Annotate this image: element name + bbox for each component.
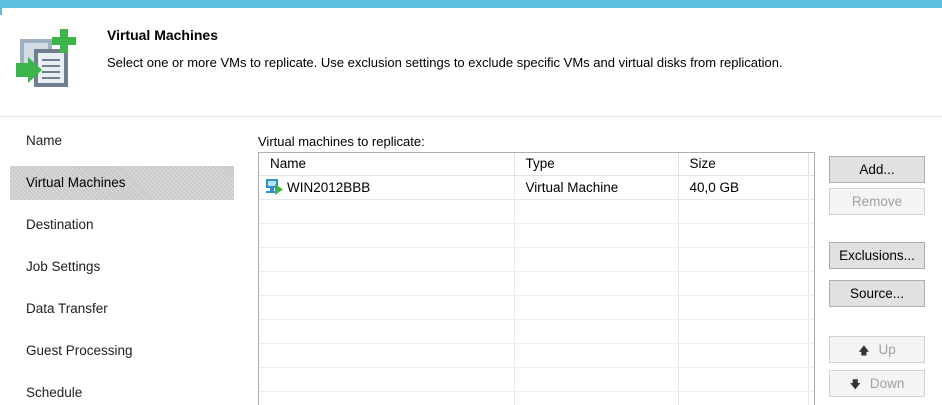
nav-item-guest-processing[interactable]: Guest Processing — [10, 334, 234, 368]
exclusions-button[interactable]: Exclusions... — [829, 242, 925, 269]
column-header-size[interactable]: Size — [678, 153, 809, 176]
empty-row — [259, 343, 814, 368]
nav-item-destination[interactable]: Destination — [10, 208, 234, 242]
wizard-step-nav: Name Virtual Machines Destination Job Se… — [0, 118, 234, 405]
vm-icon — [266, 179, 283, 195]
empty-row — [259, 319, 814, 344]
nav-item-job-settings[interactable]: Job Settings — [10, 250, 234, 284]
empty-row — [259, 391, 814, 405]
add-button[interactable]: Add... — [829, 156, 925, 183]
vm-size: 40,0 GB — [678, 175, 809, 200]
empty-row — [259, 223, 814, 248]
vm-list-table[interactable]: Name Type Size WIN2012BBB Virtual Machin… — [258, 152, 815, 405]
replication-wizard-icon — [16, 29, 76, 87]
empty-row — [259, 199, 814, 224]
arrow-down-icon: 🡇 — [849, 379, 861, 391]
column-header-type[interactable]: Type — [514, 153, 679, 176]
nav-item-name[interactable]: Name — [10, 124, 234, 158]
empty-row — [259, 271, 814, 296]
move-up-button[interactable]: 🡅 Up — [829, 336, 925, 363]
accent-bar-inner — [2, 8, 942, 15]
move-down-label: Down — [869, 376, 905, 391]
column-header-name[interactable]: Name — [259, 153, 515, 176]
empty-row — [259, 367, 814, 392]
vm-name-cell: WIN2012BBB — [259, 175, 515, 200]
remove-button[interactable]: Remove — [829, 188, 925, 215]
page-title: Virtual Machines — [107, 27, 219, 43]
arrow-up-icon: 🡅 — [858, 345, 870, 357]
nav-item-data-transfer[interactable]: Data Transfer — [10, 292, 234, 326]
vm-list-label: Virtual machines to replicate: — [258, 134, 425, 149]
nav-item-schedule[interactable]: Schedule — [10, 376, 234, 405]
empty-row — [259, 247, 814, 272]
wizard-header: Virtual Machines Select one or more VMs … — [0, 15, 942, 117]
vm-name: WIN2012BBB — [287, 180, 371, 195]
move-down-button[interactable]: 🡇 Down — [829, 370, 925, 397]
column-header-filler — [808, 153, 814, 176]
source-button[interactable]: Source... — [829, 280, 925, 307]
table-header-row: Name Type Size — [259, 153, 814, 176]
table-row[interactable]: WIN2012BBB Virtual Machine 40,0 GB — [259, 175, 814, 200]
move-up-label: Up — [878, 342, 896, 357]
empty-row — [259, 295, 814, 320]
top-accent-bar — [0, 0, 942, 15]
page-description: Select one or more VMs to replicate. Use… — [107, 55, 783, 70]
nav-item-virtual-machines[interactable]: Virtual Machines — [10, 166, 234, 200]
vm-type: Virtual Machine — [514, 175, 679, 200]
